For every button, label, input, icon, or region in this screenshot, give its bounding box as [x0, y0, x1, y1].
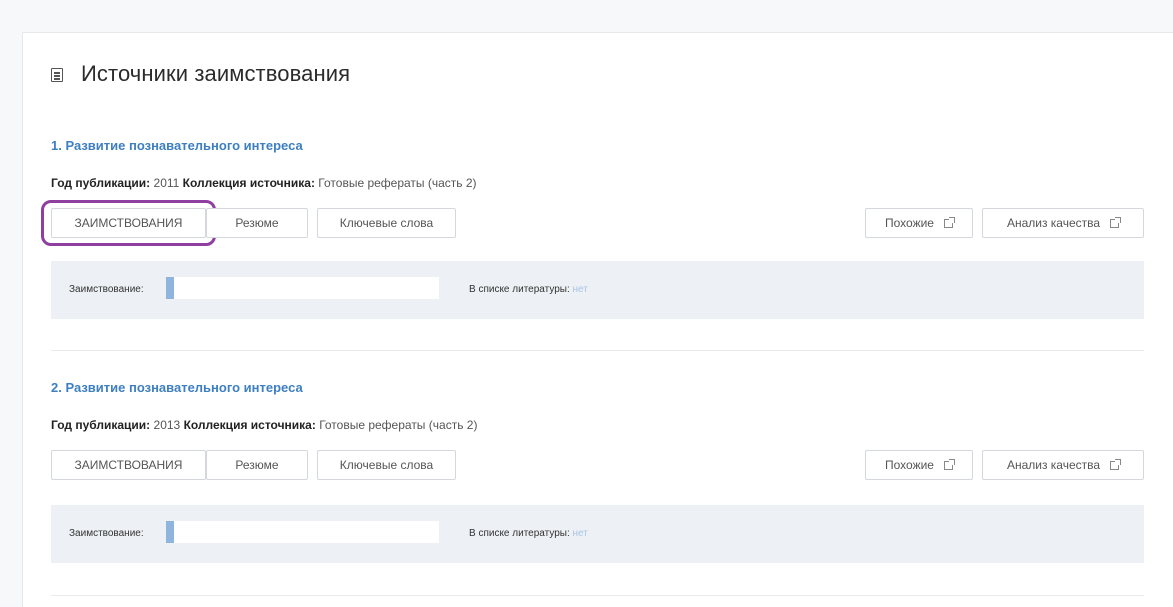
borrowing-panel: Заимствование: В списке литературы: нет: [51, 505, 1144, 563]
summary-button[interactable]: Резюме: [206, 450, 308, 480]
bibliography-info: В списке литературы: нет: [469, 528, 588, 539]
quality-label: Анализ качества: [1006, 458, 1101, 472]
year-label: Год публикации:: [51, 176, 151, 190]
bibliography-value: нет: [572, 528, 588, 539]
highlight-frame: [41, 200, 216, 246]
quality-analysis-button[interactable]: Анализ качества: [982, 208, 1144, 238]
keywords-button[interactable]: Ключевые слова: [317, 450, 456, 480]
external-link-icon: [1110, 458, 1122, 470]
borrowing-label: Заимствование:: [69, 284, 144, 295]
collection-value: Готовые рефераты (часть 2): [319, 418, 478, 432]
collection-label: Коллекция источника:: [182, 176, 315, 190]
borrowings-button[interactable]: ЗАИМСТВОВАНИЯ: [51, 450, 206, 480]
borrowing-label: Заимствование:: [69, 528, 144, 539]
year-value: 2013: [153, 418, 181, 432]
keywords-button[interactable]: Ключевые слова: [317, 208, 456, 238]
collection-value: Готовые рефераты (часть 2): [318, 176, 477, 190]
source-meta: Год публикации: 2013 Коллекция источника…: [51, 418, 477, 432]
summary-button[interactable]: Резюме: [206, 208, 308, 238]
bibliography-label: В списке литературы:: [469, 284, 570, 295]
source-title-link[interactable]: 1. Развитие познавательного интереса: [51, 138, 303, 153]
divider: [51, 350, 1144, 351]
section-heading: Источники заимствования: [51, 61, 350, 87]
external-link-icon: [943, 216, 955, 228]
bibliography-info: В списке литературы: нет: [469, 284, 588, 295]
page-title: Источники заимствования: [81, 61, 351, 86]
quality-label: Анализ качества: [1006, 216, 1101, 230]
borrowing-bar-fill: [166, 277, 175, 299]
year-value: 2011: [153, 176, 180, 190]
year-label: Год публикации:: [51, 418, 151, 432]
similar-button[interactable]: Похожие: [865, 208, 973, 238]
borrowing-bar-fill: [166, 521, 175, 543]
divider: [51, 595, 1144, 596]
borrowing-bar: [166, 521, 439, 543]
collection-label: Коллекция источника:: [183, 418, 316, 432]
external-link-icon: [1110, 216, 1122, 228]
source-meta: Год публикации: 2011 Коллекция источника…: [51, 176, 477, 190]
borrowing-bar: [166, 277, 439, 299]
borrowing-panel: Заимствование: В списке литературы: нет: [51, 261, 1144, 319]
similar-button[interactable]: Похожие: [865, 450, 973, 480]
quality-analysis-button[interactable]: Анализ качества: [982, 450, 1144, 480]
bibliography-value: нет: [572, 284, 588, 295]
source-title-link[interactable]: 2. Развитие познавательного интереса: [51, 380, 303, 395]
external-link-icon: [943, 458, 955, 470]
sources-card: Источники заимствования 1. Развитие позн…: [22, 32, 1173, 607]
similar-label: Похожие: [885, 458, 934, 472]
document-icon: [51, 68, 63, 82]
similar-label: Похожие: [885, 216, 934, 230]
bibliography-label: В списке литературы:: [469, 528, 570, 539]
